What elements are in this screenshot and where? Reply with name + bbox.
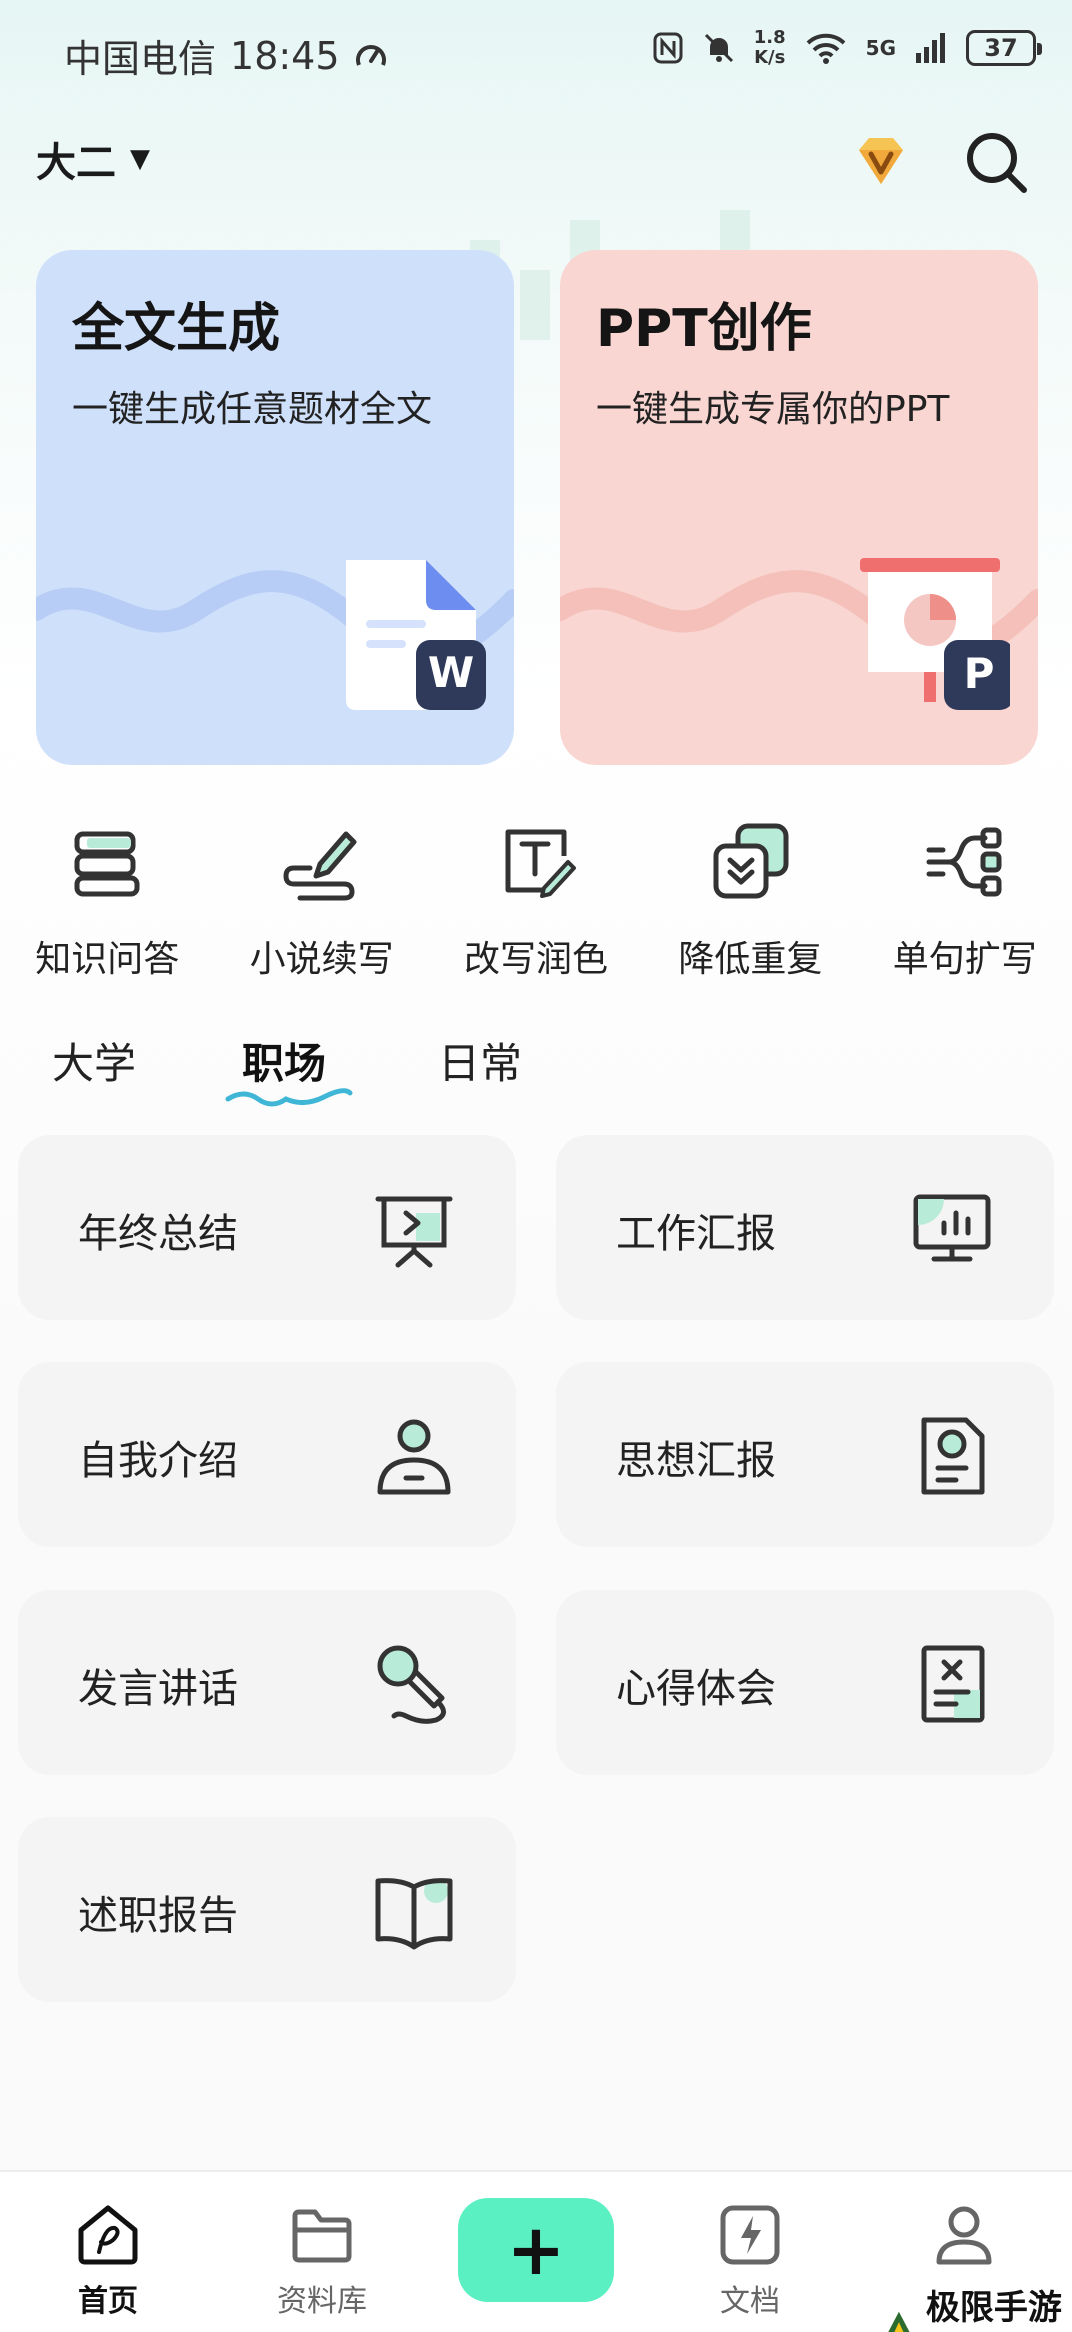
- nav-label: 文档: [720, 2284, 780, 2319]
- doc-badge-label: W: [428, 648, 474, 697]
- create-button[interactable]: +: [458, 2198, 614, 2302]
- caret-down-icon: ▼: [130, 144, 150, 174]
- nfc-icon: [653, 32, 683, 64]
- item-thought-report[interactable]: 思想汇报: [556, 1362, 1054, 1547]
- tool-novel-continue[interactable]: 小说续写: [214, 820, 428, 990]
- card-subtitle: 一键生成任意题材全文: [72, 389, 433, 430]
- diamond-v-icon[interactable]: [845, 126, 917, 198]
- item-label: 自我介绍: [78, 1438, 238, 1484]
- layers-down-icon: [713, 823, 789, 899]
- item-job-report[interactable]: 述职报告: [18, 1817, 516, 2002]
- note-icon: [921, 1645, 985, 1723]
- doc-badge-label: P: [964, 649, 995, 698]
- nav-library[interactable]: 资料库: [252, 2202, 392, 2320]
- microphone-icon: [377, 1645, 446, 1724]
- expand-lines-icon: [926, 827, 1002, 897]
- item-year-end-summary[interactable]: 年终总结: [18, 1135, 516, 1320]
- tool-label: 知识问答: [35, 939, 180, 980]
- card-subtitle: 一键生成专属你的PPT: [596, 389, 950, 430]
- pen-scribble-icon: [283, 831, 357, 901]
- document-badge-icon: [921, 1417, 985, 1495]
- item-label: 述职报告: [78, 1893, 238, 1939]
- ppt-card[interactable]: PPT创作 一键生成专属你的PPT P: [560, 250, 1038, 765]
- tool-knowledge-qa[interactable]: 知识问答: [0, 820, 214, 990]
- tool-reduce-duplicate[interactable]: 降低重复: [643, 820, 857, 990]
- header: 大二 ▼: [0, 120, 1072, 340]
- card-title: 全文生成: [72, 299, 281, 359]
- tab-daily[interactable]: 日常: [438, 1030, 522, 1091]
- tool-rewrite-polish[interactable]: 改写润色: [429, 820, 643, 990]
- books-icon: [74, 831, 140, 897]
- status-bar: 中国电信 18:45 1.8 K/s 5G 37: [0, 0, 1072, 110]
- tools-row: 知识问答 小说续写 改写润色 降低重复 单句扩写: [0, 820, 1072, 990]
- presentation-board-icon: [375, 1196, 453, 1268]
- grade-selector[interactable]: 大二 ▼: [36, 130, 150, 188]
- profile-icon: [936, 2206, 992, 2265]
- document-bolt-icon: [720, 2205, 780, 2265]
- item-label: 年终总结: [78, 1211, 238, 1257]
- network-type: 5G: [865, 36, 896, 60]
- tool-label: 改写润色: [463, 939, 608, 980]
- status-right: 1.8 K/s 5G 37: [652, 28, 1042, 68]
- tool-label: 小说续写: [249, 939, 394, 980]
- nav-documents[interactable]: 文档: [680, 2202, 820, 2320]
- clock: 18:45: [230, 33, 340, 78]
- net-speed: 1.8 K/s: [754, 28, 786, 68]
- folder-icon: [292, 2209, 352, 2263]
- speed-gauge-icon: [355, 44, 386, 66]
- chart-monitor-icon: [913, 1194, 991, 1262]
- open-book-icon: [375, 1878, 453, 1950]
- item-speech[interactable]: 发言讲话: [18, 1590, 516, 1775]
- grade-label: 大二: [36, 140, 116, 186]
- item-experience[interactable]: 心得体会: [556, 1590, 1054, 1775]
- home-icon: [78, 2205, 138, 2265]
- carrier-label: 中国电信: [64, 37, 217, 81]
- full-text-card[interactable]: 全文生成 一键生成任意题材全文 W: [36, 250, 514, 765]
- battery-indicator: 37: [966, 30, 1042, 66]
- person-icon: [377, 1419, 451, 1495]
- card-title: PPT创作: [596, 299, 812, 359]
- tool-label: 单句扩写: [892, 939, 1037, 980]
- nav-profile[interactable]: [894, 2202, 1034, 2276]
- item-label: 发言讲话: [78, 1666, 238, 1712]
- watermark-text: 极限手游网: [925, 2288, 1062, 2328]
- item-self-introduction[interactable]: 自我介绍: [18, 1362, 516, 1547]
- speed-unit: K/s: [754, 47, 786, 68]
- tool-sentence-expand[interactable]: 单句扩写: [858, 820, 1072, 990]
- word-doc-icon: W: [346, 560, 486, 710]
- mute-bell-icon: [704, 33, 733, 63]
- active-tab-underline: [225, 1088, 353, 1107]
- tab-workplace[interactable]: 职场: [242, 1030, 326, 1091]
- watermark: 极限手游网: [880, 2280, 1072, 2332]
- category-tabs: 大学 职场 日常: [0, 1030, 1072, 1120]
- watermark-logo-icon: [888, 2311, 910, 2332]
- tab-university[interactable]: 大学: [52, 1030, 136, 1091]
- ppt-board-icon: P: [860, 558, 1010, 710]
- nav-label: 资料库: [277, 2284, 367, 2319]
- signal-icon: [916, 33, 945, 63]
- speed-value: 1.8: [753, 27, 786, 48]
- item-label: 思想汇报: [616, 1438, 776, 1484]
- nav-label: 首页: [78, 2284, 138, 2319]
- item-label: 工作汇报: [616, 1211, 776, 1257]
- nav-home[interactable]: 首页: [38, 2202, 178, 2320]
- search-icon[interactable]: [960, 126, 1032, 198]
- item-label: 心得体会: [616, 1666, 776, 1712]
- status-left: 中国电信 18:45: [64, 28, 388, 83]
- wifi-icon: [806, 33, 846, 64]
- tool-label: 降低重复: [678, 939, 823, 980]
- text-edit-icon: [505, 829, 576, 898]
- item-work-report[interactable]: 工作汇报: [556, 1135, 1054, 1320]
